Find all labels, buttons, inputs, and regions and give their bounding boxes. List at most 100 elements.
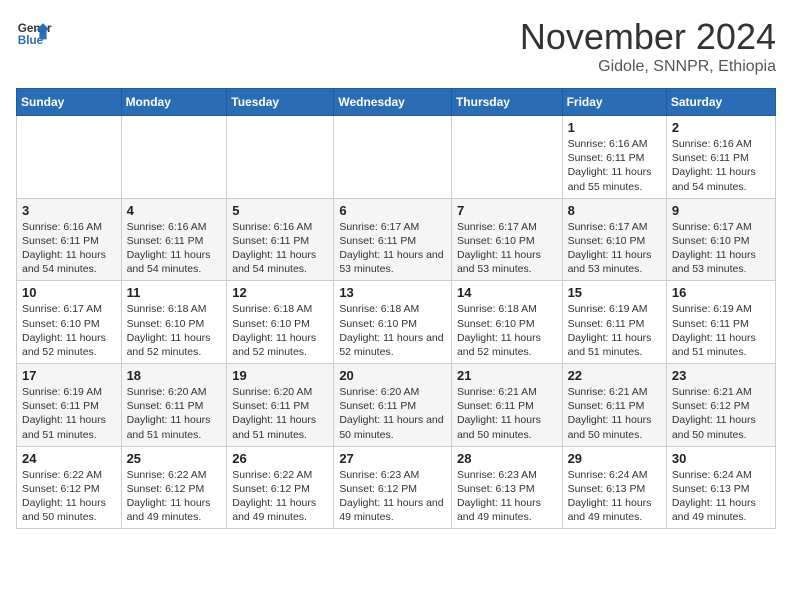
day-number: 8: [568, 203, 661, 218]
day-number: 3: [22, 203, 116, 218]
location-title: Gidole, SNNPR, Ethiopia: [520, 58, 776, 76]
day-number: 15: [568, 285, 661, 300]
day-number: 7: [457, 203, 557, 218]
calendar-cell: 25 Sunrise: 6:22 AM Sunset: 6:12 PM Dayli…: [121, 446, 227, 529]
calendar-cell: 24 Sunrise: 6:22 AM Sunset: 6:12 PM Dayli…: [17, 446, 122, 529]
day-number: 29: [568, 451, 661, 466]
day-number: 25: [127, 451, 222, 466]
day-info: Sunrise: 6:20 AM Sunset: 6:11 PM Dayligh…: [127, 385, 222, 442]
calendar-cell: [451, 116, 562, 199]
title-section: November 2024 Gidole, SNNPR, Ethiopia: [520, 16, 776, 76]
calendar-cell: 8 Sunrise: 6:17 AM Sunset: 6:10 PM Daylig…: [562, 198, 666, 281]
day-info: Sunrise: 6:19 AM Sunset: 6:11 PM Dayligh…: [22, 385, 116, 442]
calendar-cell: 28 Sunrise: 6:23 AM Sunset: 6:13 PM Dayli…: [451, 446, 562, 529]
day-number: 27: [339, 451, 446, 466]
calendar-cell: [121, 116, 227, 199]
day-info: Sunrise: 6:22 AM Sunset: 6:12 PM Dayligh…: [127, 468, 222, 525]
day-info: Sunrise: 6:24 AM Sunset: 6:13 PM Dayligh…: [672, 468, 770, 525]
calendar-cell: [334, 116, 452, 199]
header: General Blue November 2024 Gidole, SNNPR…: [16, 16, 776, 76]
calendar-cell: 11 Sunrise: 6:18 AM Sunset: 6:10 PM Dayli…: [121, 281, 227, 364]
day-info: Sunrise: 6:21 AM Sunset: 6:11 PM Dayligh…: [457, 385, 557, 442]
day-info: Sunrise: 6:22 AM Sunset: 6:12 PM Dayligh…: [232, 468, 328, 525]
day-info: Sunrise: 6:19 AM Sunset: 6:11 PM Dayligh…: [672, 302, 770, 359]
day-info: Sunrise: 6:23 AM Sunset: 6:12 PM Dayligh…: [339, 468, 446, 525]
day-number: 20: [339, 368, 446, 383]
day-info: Sunrise: 6:16 AM Sunset: 6:11 PM Dayligh…: [232, 220, 328, 277]
weekday-header: Wednesday: [334, 89, 452, 116]
day-info: Sunrise: 6:22 AM Sunset: 6:12 PM Dayligh…: [22, 468, 116, 525]
day-number: 11: [127, 285, 222, 300]
day-info: Sunrise: 6:19 AM Sunset: 6:11 PM Dayligh…: [568, 302, 661, 359]
day-info: Sunrise: 6:17 AM Sunset: 6:10 PM Dayligh…: [568, 220, 661, 277]
day-number: 22: [568, 368, 661, 383]
day-info: Sunrise: 6:17 AM Sunset: 6:10 PM Dayligh…: [672, 220, 770, 277]
day-info: Sunrise: 6:18 AM Sunset: 6:10 PM Dayligh…: [339, 302, 446, 359]
day-info: Sunrise: 6:20 AM Sunset: 6:11 PM Dayligh…: [339, 385, 446, 442]
calendar-cell: 27 Sunrise: 6:23 AM Sunset: 6:12 PM Dayli…: [334, 446, 452, 529]
calendar-cell: 23Sunrise: 6:21 AM Sunset: 6:12 PM Dayli…: [666, 364, 775, 447]
day-info: Sunrise: 6:21 AM Sunset: 6:11 PM Dayligh…: [568, 385, 661, 442]
calendar-cell: 17 Sunrise: 6:19 AM Sunset: 6:11 PM Dayli…: [17, 364, 122, 447]
calendar-cell: 7 Sunrise: 6:17 AM Sunset: 6:10 PM Daylig…: [451, 198, 562, 281]
day-number: 5: [232, 203, 328, 218]
day-info: Sunrise: 6:18 AM Sunset: 6:10 PM Dayligh…: [232, 302, 328, 359]
calendar-cell: 19 Sunrise: 6:20 AM Sunset: 6:11 PM Dayli…: [227, 364, 334, 447]
day-info: Sunrise: 6:17 AM Sunset: 6:11 PM Dayligh…: [339, 220, 446, 277]
calendar-cell: [17, 116, 122, 199]
day-info: Sunrise: 6:16 AM Sunset: 6:11 PM Dayligh…: [22, 220, 116, 277]
calendar-cell: 15 Sunrise: 6:19 AM Sunset: 6:11 PM Dayli…: [562, 281, 666, 364]
calendar-cell: 5 Sunrise: 6:16 AM Sunset: 6:11 PM Daylig…: [227, 198, 334, 281]
calendar-cell: 30 Sunrise: 6:24 AM Sunset: 6:13 PM Dayli…: [666, 446, 775, 529]
day-number: 10: [22, 285, 116, 300]
calendar-cell: [227, 116, 334, 199]
day-number: 24: [22, 451, 116, 466]
weekday-header: Thursday: [451, 89, 562, 116]
day-number: 26: [232, 451, 328, 466]
calendar-cell: 21 Sunrise: 6:21 AM Sunset: 6:11 PM Dayli…: [451, 364, 562, 447]
calendar-cell: 18 Sunrise: 6:20 AM Sunset: 6:11 PM Dayli…: [121, 364, 227, 447]
month-title: November 2024: [520, 16, 776, 58]
calendar-cell: 3 Sunrise: 6:16 AM Sunset: 6:11 PM Daylig…: [17, 198, 122, 281]
day-info: Sunrise: 6:20 AM Sunset: 6:11 PM Dayligh…: [232, 385, 328, 442]
weekday-header: Saturday: [666, 89, 775, 116]
day-info: Sunrise: 6:17 AM Sunset: 6:10 PM Dayligh…: [457, 220, 557, 277]
day-number: 14: [457, 285, 557, 300]
calendar-cell: 13 Sunrise: 6:18 AM Sunset: 6:10 PM Dayli…: [334, 281, 452, 364]
calendar-cell: 2Sunrise: 6:16 AM Sunset: 6:11 PM Daylig…: [666, 116, 775, 199]
weekday-header: Friday: [562, 89, 666, 116]
day-info: Sunrise: 6:16 AM Sunset: 6:11 PM Dayligh…: [672, 137, 770, 194]
logo-icon: General Blue: [16, 16, 52, 52]
day-info: Sunrise: 6:16 AM Sunset: 6:11 PM Dayligh…: [568, 137, 661, 194]
calendar-cell: 6 Sunrise: 6:17 AM Sunset: 6:11 PM Daylig…: [334, 198, 452, 281]
calendar-cell: 4Sunrise: 6:16 AM Sunset: 6:11 PM Daylig…: [121, 198, 227, 281]
day-number: 19: [232, 368, 328, 383]
calendar-cell: 10 Sunrise: 6:17 AM Sunset: 6:10 PM Dayli…: [17, 281, 122, 364]
day-info: Sunrise: 6:18 AM Sunset: 6:10 PM Dayligh…: [127, 302, 222, 359]
day-number: 21: [457, 368, 557, 383]
weekday-header: Sunday: [17, 89, 122, 116]
weekday-header: Tuesday: [227, 89, 334, 116]
day-number: 16: [672, 285, 770, 300]
calendar-cell: 1 Sunrise: 6:16 AM Sunset: 6:11 PM Daylig…: [562, 116, 666, 199]
weekday-header: Monday: [121, 89, 227, 116]
calendar-cell: 12Sunrise: 6:18 AM Sunset: 6:10 PM Dayli…: [227, 281, 334, 364]
day-info: Sunrise: 6:23 AM Sunset: 6:13 PM Dayligh…: [457, 468, 557, 525]
calendar-cell: 9Sunrise: 6:17 AM Sunset: 6:10 PM Daylig…: [666, 198, 775, 281]
day-number: 30: [672, 451, 770, 466]
calendar-cell: 26 Sunrise: 6:22 AM Sunset: 6:12 PM Dayli…: [227, 446, 334, 529]
calendar-cell: 14Sunrise: 6:18 AM Sunset: 6:10 PM Dayli…: [451, 281, 562, 364]
logo: General Blue: [16, 16, 52, 52]
calendar-cell: 22 Sunrise: 6:21 AM Sunset: 6:11 PM Dayli…: [562, 364, 666, 447]
calendar: SundayMondayTuesdayWednesdayThursdayFrid…: [16, 88, 776, 529]
day-info: Sunrise: 6:17 AM Sunset: 6:10 PM Dayligh…: [22, 302, 116, 359]
day-number: 18: [127, 368, 222, 383]
day-number: 1: [568, 120, 661, 135]
day-number: 23: [672, 368, 770, 383]
day-number: 17: [22, 368, 116, 383]
day-number: 13: [339, 285, 446, 300]
calendar-cell: 16 Sunrise: 6:19 AM Sunset: 6:11 PM Dayli…: [666, 281, 775, 364]
day-info: Sunrise: 6:16 AM Sunset: 6:11 PM Dayligh…: [127, 220, 222, 277]
day-number: 6: [339, 203, 446, 218]
day-number: 28: [457, 451, 557, 466]
